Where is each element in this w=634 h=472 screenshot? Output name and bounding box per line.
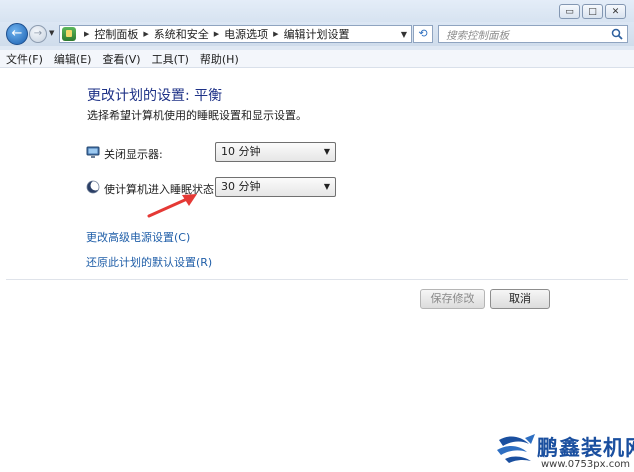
menu-edit[interactable]: 编辑(E) [48,51,97,67]
breadcrumb-separator-icon[interactable]: ▶ [214,30,219,38]
breadcrumb-separator-icon[interactable]: ▶ [84,30,89,38]
back-arrow-icon: ← [11,26,23,41]
address-dropdown-icon[interactable]: ▼ [401,30,407,39]
display-off-value: 10 分钟 [221,145,261,158]
breadcrumb-edit-plan[interactable]: 编辑计划设置 [284,26,350,42]
advanced-power-settings-link[interactable]: 更改高级电源设置(C) [86,229,190,245]
maximize-button[interactable]: □ [582,4,603,19]
display-off-label: 关闭显示器: [104,148,163,161]
caption-buttons: ▭ □ ✕ [559,4,626,19]
chevron-down-icon: ▼ [323,147,330,156]
monitor-icon [86,146,100,158]
sleep-select[interactable]: 30 分钟 ▼ [215,177,336,197]
navigation-bar: ← → ▼ ▶ 控制面板 ▶ 系统和安全 ▶ 电源选项 ▶ 编辑计划设置 ▼ ⟲… [0,22,634,46]
main-content: 更改计划的设置: 平衡 选择希望计算机使用的睡眠设置和显示设置。 关闭显示器: … [0,68,634,472]
watermark-logo-icon [497,434,535,463]
breadcrumb-control-panel[interactable]: 控制面板 [94,26,138,42]
menu-tools[interactable]: 工具(T) [146,51,194,67]
control-panel-icon [62,27,76,41]
sleep-value: 30 分钟 [221,180,261,193]
search-box[interactable]: 搜索控制面板 [438,25,628,43]
minimize-button[interactable]: ▭ [559,4,580,19]
cancel-button[interactable]: 取消 [490,289,550,309]
moon-icon [86,180,100,194]
watermark-url: www.0753px.com [541,459,631,470]
window-title-bar: ▭ □ ✕ [0,0,634,22]
display-off-select[interactable]: 10 分钟 ▼ [215,142,336,162]
page-title: 更改计划的设置: 平衡 [87,88,223,104]
forward-button[interactable]: → [29,25,47,43]
forward-arrow-icon: → [33,28,43,39]
refresh-icon: ⟲ [418,27,428,40]
breadcrumb-separator-icon[interactable]: ▶ [143,30,148,38]
back-button[interactable]: ← [6,23,28,45]
breadcrumb-system-security[interactable]: 系统和安全 [154,26,209,42]
chevron-down-icon: ▼ [323,182,330,191]
menu-file[interactable]: 文件(F) [0,51,48,67]
save-changes-button[interactable]: 保存修改 [420,289,485,309]
refresh-button[interactable]: ⟲ [413,25,433,43]
close-button[interactable]: ✕ [605,4,626,19]
menu-help[interactable]: 帮助(H) [194,51,244,67]
breadcrumb-power-options[interactable]: 电源选项 [224,26,268,42]
red-arrow-annotation [147,194,197,218]
restore-defaults-link[interactable]: 还原此计划的默认设置(R) [86,254,212,270]
page-subtitle: 选择希望计算机使用的睡眠设置和显示设置。 [87,109,307,122]
menu-view[interactable]: 查看(V) [96,51,145,67]
search-icon[interactable] [611,28,623,40]
breadcrumb-separator-icon[interactable]: ▶ [273,30,278,38]
search-input[interactable]: 搜索控制面板 [446,28,509,43]
menu-bar: 文件(F) 编辑(E) 查看(V) 工具(T) 帮助(H) [0,50,634,68]
watermark-brand: 鹏鑫装机网 [537,436,634,460]
divider [6,279,628,280]
address-bar[interactable]: ▶ 控制面板 ▶ 系统和安全 ▶ 电源选项 ▶ 编辑计划设置 ▼ [59,25,412,43]
history-dropdown-icon[interactable]: ▼ [49,29,54,37]
